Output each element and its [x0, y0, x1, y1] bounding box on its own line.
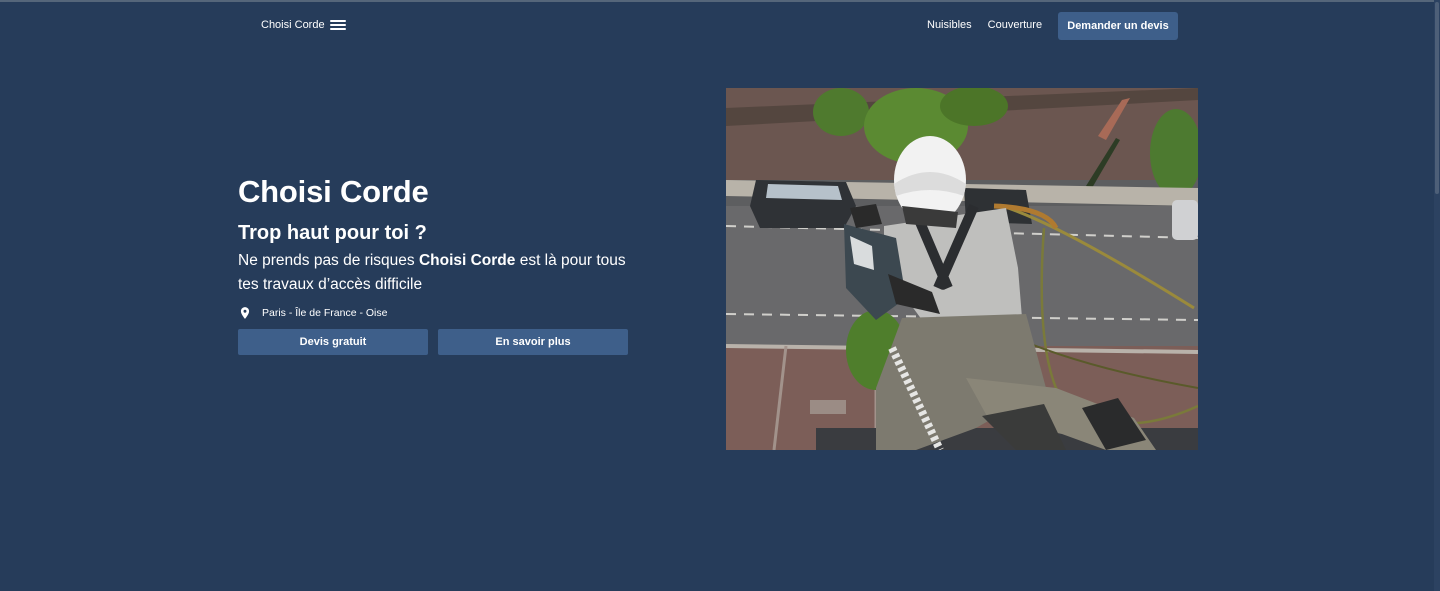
- map-pin-icon: [240, 307, 250, 319]
- location: Paris - Île de France - Oise: [238, 306, 638, 320]
- learn-more-button[interactable]: En savoir plus: [438, 329, 628, 355]
- hero-description-start: Ne prends pas de risques: [238, 252, 419, 269]
- hero-actions: Devis gratuit En savoir plus: [238, 329, 638, 355]
- rope-access-worker-photo: [726, 88, 1198, 450]
- free-quote-button[interactable]: Devis gratuit: [238, 329, 428, 355]
- scrollbar-thumb[interactable]: [1435, 2, 1439, 194]
- scrollbar[interactable]: [1434, 0, 1440, 591]
- nav-link-nuisibles[interactable]: Nuisibles: [927, 19, 972, 31]
- navbar: Choisi Corde Nuisibles Couverture Demand…: [0, 0, 1434, 52]
- rope-access-worker-image: [726, 88, 1198, 450]
- hamburger-icon[interactable]: [329, 19, 346, 31]
- hero-description: Ne prends pas de risques Choisi Corde es…: [238, 249, 638, 297]
- hero-description-brand: Choisi Corde: [418, 252, 516, 269]
- nav-links: Nuisibles Couverture: [927, 19, 1042, 31]
- brand[interactable]: Choisi Corde: [261, 19, 346, 31]
- brand-name[interactable]: Choisi Corde: [261, 19, 325, 31]
- hero-title: Choisi Corde: [238, 174, 429, 209]
- hero-subtitle: Trop haut pour toi ?: [238, 222, 427, 244]
- request-quote-button[interactable]: Demander un devis: [1058, 12, 1178, 40]
- hero: Choisi Corde Trop haut pour toi ? Ne pre…: [238, 172, 638, 355]
- location-text: Paris - Île de France - Oise: [262, 307, 388, 319]
- nav-link-couverture[interactable]: Couverture: [988, 19, 1042, 31]
